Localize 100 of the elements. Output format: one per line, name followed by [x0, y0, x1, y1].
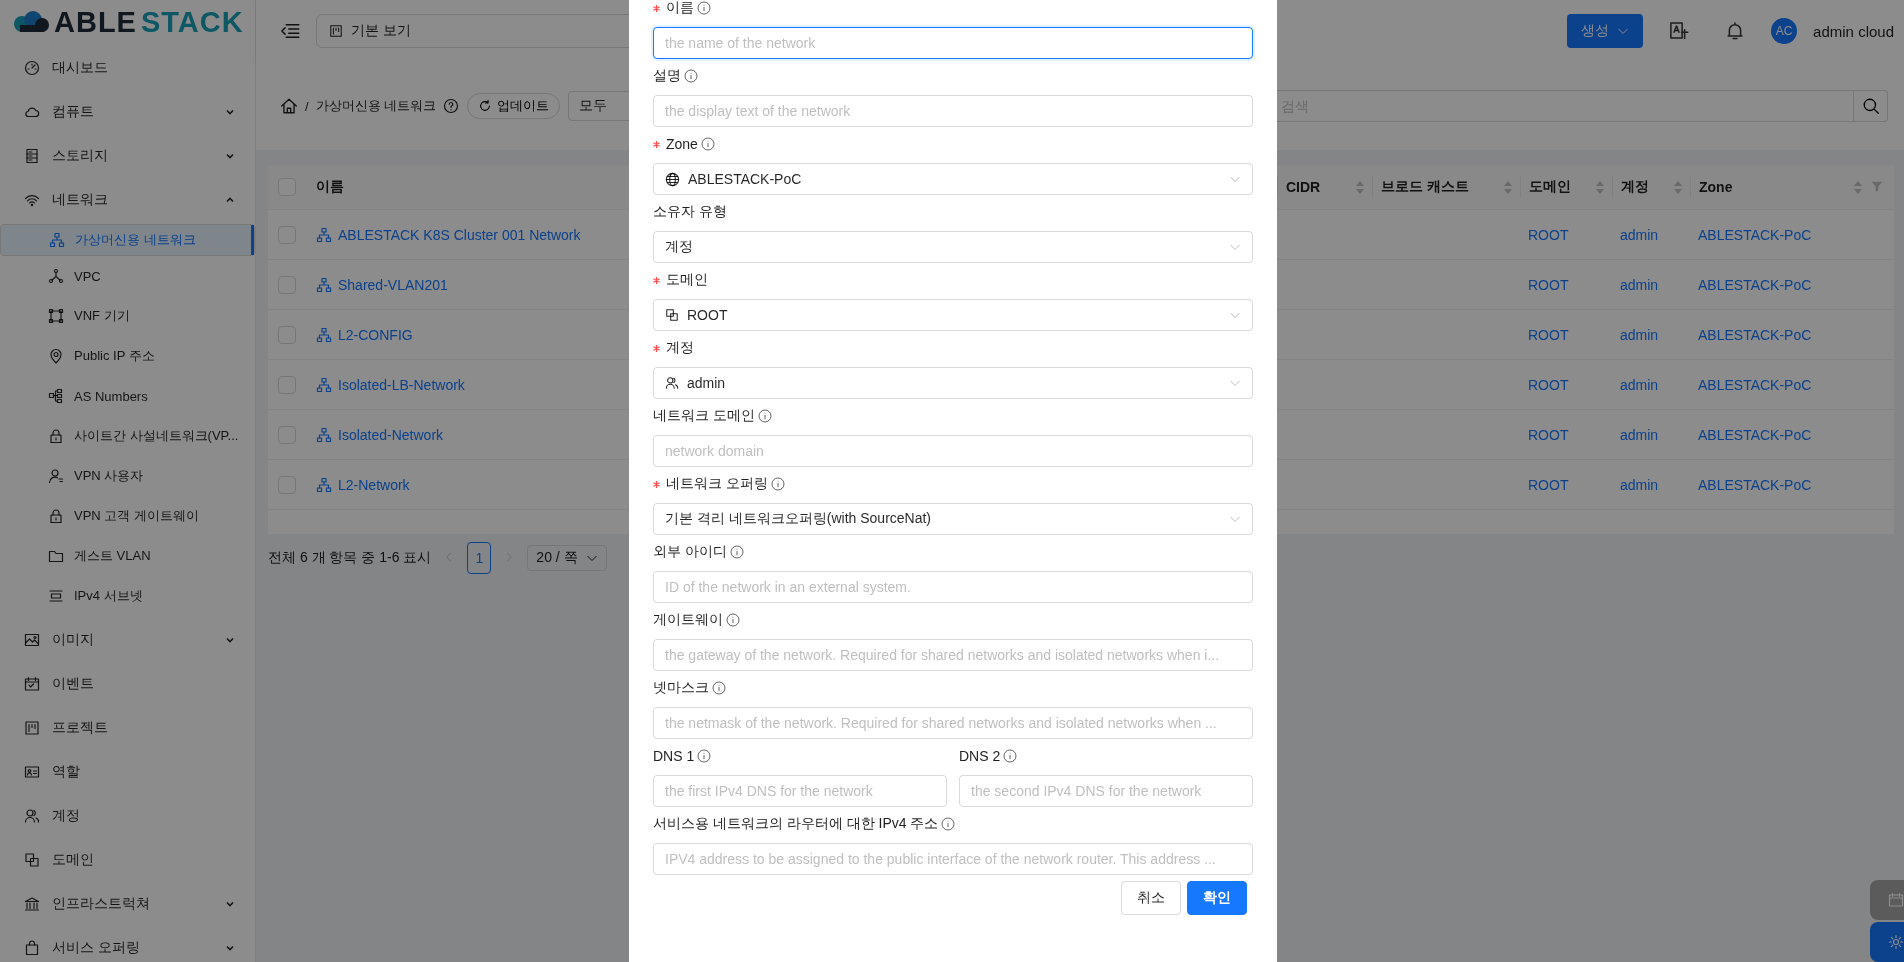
sidebar-item[interactable]: AS Numbers: [0, 376, 255, 416]
sidebar-item[interactable]: IPv4 서브넷: [0, 576, 255, 616]
sidebar-item[interactable]: Public IP 주소: [0, 336, 255, 376]
required-icon: [653, 344, 660, 352]
gauge-icon: [24, 60, 40, 76]
refresh-button[interactable]: 업데이트: [467, 93, 561, 119]
nodes-icon: [48, 268, 64, 284]
select-field[interactable]: ROOT: [653, 299, 1253, 331]
lock-icon: [48, 508, 64, 524]
network-link[interactable]: L2-CONFIG: [338, 326, 413, 343]
sidebar-item[interactable]: 계정: [0, 796, 255, 836]
domain-link[interactable]: ROOT: [1520, 476, 1612, 493]
column-header: 계정: [1621, 178, 1649, 196]
sidebar-item[interactable]: 이미지: [0, 620, 255, 660]
users-icon: [665, 376, 679, 390]
account-link[interactable]: admin: [1612, 276, 1690, 293]
select-field[interactable]: 계정: [653, 231, 1253, 263]
account-link[interactable]: admin: [1612, 476, 1690, 493]
select-field[interactable]: admin: [653, 367, 1253, 399]
account-link[interactable]: admin: [1612, 326, 1690, 343]
server-icon: [24, 148, 40, 164]
sidebar-item[interactable]: 이벤트: [0, 664, 255, 704]
folder-icon: [48, 548, 64, 564]
required-icon: [653, 276, 660, 284]
zone-link[interactable]: ABLESTACK-PoC: [1690, 426, 1870, 443]
sidebar-item[interactable]: 서비스 오퍼링: [0, 928, 255, 962]
user-name[interactable]: admin cloud: [1813, 22, 1894, 40]
info-icon: [684, 69, 698, 83]
confirm-button[interactable]: 확인: [1187, 881, 1247, 915]
settings-icon: [1888, 934, 1904, 950]
hierarchy-icon: [48, 388, 64, 404]
account-link[interactable]: admin: [1612, 426, 1690, 443]
sidebar-item[interactable]: 게스트 VLAN: [0, 536, 255, 576]
domain-link[interactable]: ROOT: [1520, 376, 1612, 393]
sidebar-item[interactable]: 인프라스트럭쳐: [0, 884, 255, 924]
network-link[interactable]: Isolated-Network: [338, 426, 444, 443]
lock-icon: [48, 428, 64, 444]
network-link[interactable]: ABLESTACK K8S Cluster 001 Network: [338, 226, 581, 243]
info-icon: [697, 1, 711, 15]
bank-icon: [24, 896, 40, 912]
sort-icon[interactable]: [1854, 180, 1862, 194]
avatar[interactable]: AC: [1771, 18, 1798, 44]
squares-icon: [665, 308, 679, 322]
network-icon: [316, 426, 332, 443]
sidebar-item[interactable]: 대시보드: [0, 48, 255, 88]
required-icon: [653, 4, 660, 12]
account-link[interactable]: admin: [1612, 376, 1690, 393]
sort-icon[interactable]: [1504, 180, 1512, 194]
float-tab[interactable]: [1870, 922, 1904, 962]
sort-icon[interactable]: [1596, 180, 1604, 194]
field-label: 네트워크 오퍼링: [666, 475, 768, 493]
field-label: 외부 아이디: [653, 543, 727, 561]
account-link[interactable]: admin: [1612, 226, 1690, 243]
cloud-logo-icon: [12, 10, 52, 34]
sidebar-item[interactable]: 스토리지: [0, 136, 255, 176]
network-link[interactable]: L2-Network: [338, 476, 410, 493]
sidebar-item[interactable]: 프로젝트: [0, 708, 255, 748]
sidebar-item[interactable]: VPN 사용자: [0, 456, 255, 496]
sidebar-item[interactable]: 도메인: [0, 840, 255, 880]
sort-icon[interactable]: [1674, 180, 1682, 194]
select-field[interactable]: 기본 격리 네트워크오퍼링(with SourceNat): [653, 503, 1253, 535]
network-icon: [316, 276, 332, 293]
zone-link[interactable]: ABLESTACK-PoC: [1690, 376, 1870, 393]
domain-link[interactable]: ROOT: [1520, 226, 1612, 243]
sidebar-item[interactable]: 사이트간 사설네트워크(VP...: [0, 416, 255, 456]
image-icon: [24, 632, 40, 648]
cancel-button[interactable]: 취소: [1121, 881, 1181, 915]
zone-link[interactable]: ABLESTACK-PoC: [1690, 276, 1870, 293]
field-label: 계정: [666, 339, 694, 357]
sidebar-item[interactable]: 컴퓨트: [0, 92, 255, 132]
create-button[interactable]: 생성: [1567, 14, 1644, 48]
info-icon: [757, 409, 772, 423]
float-tab[interactable]: [1870, 880, 1904, 920]
field-label: 소유자 유형: [653, 203, 727, 221]
domain-link[interactable]: ROOT: [1520, 326, 1612, 343]
frame-icon: [48, 308, 64, 324]
zone-link[interactable]: ABLESTACK-PoC: [1690, 326, 1870, 343]
page-size-select[interactable]: 20 / 쪽: [527, 545, 607, 571]
select-field[interactable]: ABLESTACK-PoC: [653, 163, 1253, 195]
breadcrumb-text: 가상머신용 네트워크: [315, 97, 437, 115]
search-button[interactable]: [1854, 90, 1888, 122]
sidebar-item[interactable]: VNF 기기: [0, 296, 255, 336]
network-link[interactable]: Shared-VLAN201: [338, 276, 448, 293]
domain-link[interactable]: ROOT: [1520, 276, 1612, 293]
sidebar-item[interactable]: VPN 고객 게이트웨이: [0, 496, 255, 536]
input-field[interactable]: the name of the network: [653, 27, 1253, 59]
sidebar-item[interactable]: 네트워크: [0, 180, 255, 220]
sidebar-item[interactable]: 역할: [0, 752, 255, 792]
zone-link[interactable]: ABLESTACK-PoC: [1690, 226, 1870, 243]
sidebar-item[interactable]: VPC: [0, 256, 255, 296]
info-icon: [712, 681, 726, 695]
breadcrumb-separator: /: [305, 98, 309, 114]
field-label: 이름: [666, 0, 694, 17]
sort-icon[interactable]: [1356, 180, 1364, 194]
sidebar-item[interactable]: 가상머신용 네트워크: [0, 224, 255, 256]
field-label: 설명: [653, 67, 681, 85]
domain-link[interactable]: ROOT: [1520, 426, 1612, 443]
field-label: 도메인: [666, 271, 708, 289]
zone-link[interactable]: ABLESTACK-PoC: [1690, 476, 1870, 493]
network-link[interactable]: Isolated-LB-Network: [338, 376, 465, 393]
